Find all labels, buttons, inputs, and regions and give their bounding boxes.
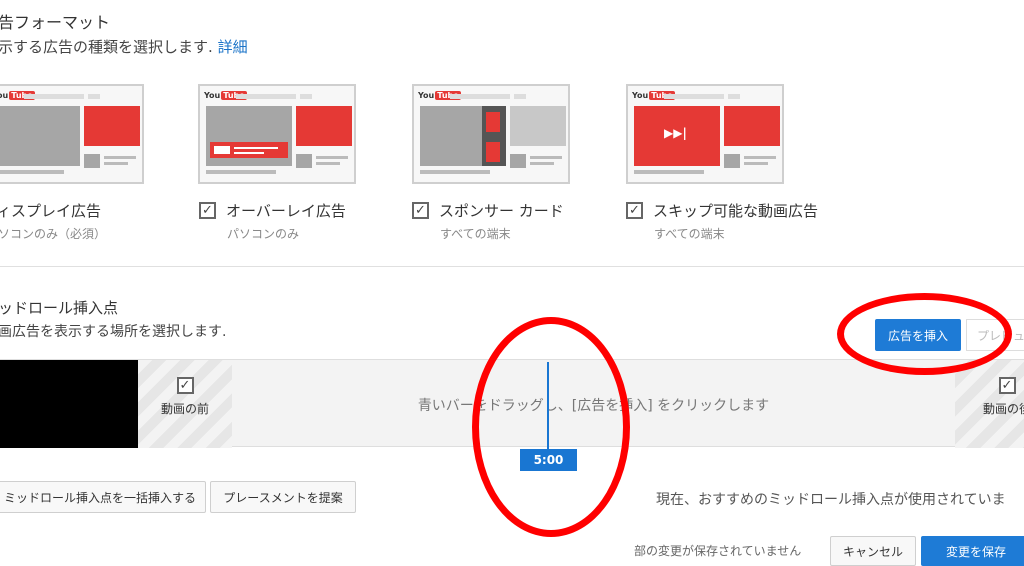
before-video-marker[interactable]: ✓ 動画の前 bbox=[152, 377, 218, 417]
midroll-title: ッドロール挿入点 bbox=[0, 299, 119, 317]
midroll-slider-time[interactable]: 5:00 bbox=[520, 449, 577, 471]
cancel-button[interactable]: キャンセル bbox=[830, 536, 916, 566]
midroll-status-text: 現在、おすすめのミッドロール挿入点が使用されていま bbox=[656, 492, 1006, 508]
after-video-marker[interactable]: ✓ 動画の後 bbox=[974, 377, 1024, 417]
overlay-ad-caption: パソコンのみ bbox=[227, 227, 300, 241]
timeline-hint: 青いバーをドラッグし、[広告を挿入] をクリックします bbox=[417, 398, 770, 414]
sponsor-card-thumbnail: You Tube bbox=[412, 84, 570, 184]
midroll-subtitle: 画広告を表示する場所を選択します. bbox=[0, 324, 227, 340]
overlay-ad-option[interactable]: ✓ オーバーレイ広告 bbox=[199, 200, 346, 221]
ad-format-subtitle: 示する広告の種類を選択します. 詳細 bbox=[0, 36, 248, 57]
section-divider bbox=[0, 266, 1024, 267]
skippable-ad-thumbnail: You Tube ▶▶| bbox=[626, 84, 784, 184]
video-thumbnail bbox=[0, 360, 138, 448]
suggest-placement-button[interactable]: プレースメントを提案 bbox=[210, 481, 356, 513]
overlay-ad-thumbnail: You Tube bbox=[198, 84, 356, 184]
insert-ad-button[interactable]: 広告を挿入 bbox=[875, 319, 961, 351]
check-icon[interactable]: ✓ bbox=[176, 377, 194, 394]
skippable-ad-caption: すべての端末 bbox=[654, 227, 725, 241]
check-icon[interactable]: ✓ bbox=[199, 202, 216, 219]
check-icon[interactable]: ✓ bbox=[412, 202, 429, 219]
check-icon[interactable]: ✓ bbox=[998, 377, 1016, 394]
sponsor-card-caption: すべての端末 bbox=[440, 227, 511, 241]
display-ad-caption: ソコンのみ（必須） bbox=[0, 227, 107, 241]
sponsor-card-option[interactable]: ✓ スポンサー カード bbox=[412, 200, 564, 221]
skippable-ad-option[interactable]: ✓ スキップ可能な動画広告 bbox=[626, 200, 818, 221]
midroll-slider-bar[interactable] bbox=[547, 362, 549, 450]
ad-format-title: 告フォーマット bbox=[0, 13, 111, 32]
detail-link[interactable]: 詳細 bbox=[218, 38, 248, 56]
display-ad-thumbnail: YouTube bbox=[0, 84, 144, 184]
check-icon[interactable]: ✓ bbox=[626, 202, 643, 219]
skip-icon: ▶▶| bbox=[664, 126, 687, 140]
preview-button[interactable]: プレビュ bbox=[966, 319, 1024, 351]
save-changes-button[interactable]: 変更を保存 bbox=[921, 536, 1024, 566]
ad-format-subtitle-text: 示する広告の種類を選択します. bbox=[0, 38, 213, 56]
display-ad-option: ィスプレイ広告 bbox=[0, 202, 102, 220]
bulk-insert-button[interactable]: ミッドロール挿入点を一括挿入する bbox=[0, 481, 206, 513]
unsaved-changes-text: 部の変更が保存されていません bbox=[634, 544, 802, 558]
